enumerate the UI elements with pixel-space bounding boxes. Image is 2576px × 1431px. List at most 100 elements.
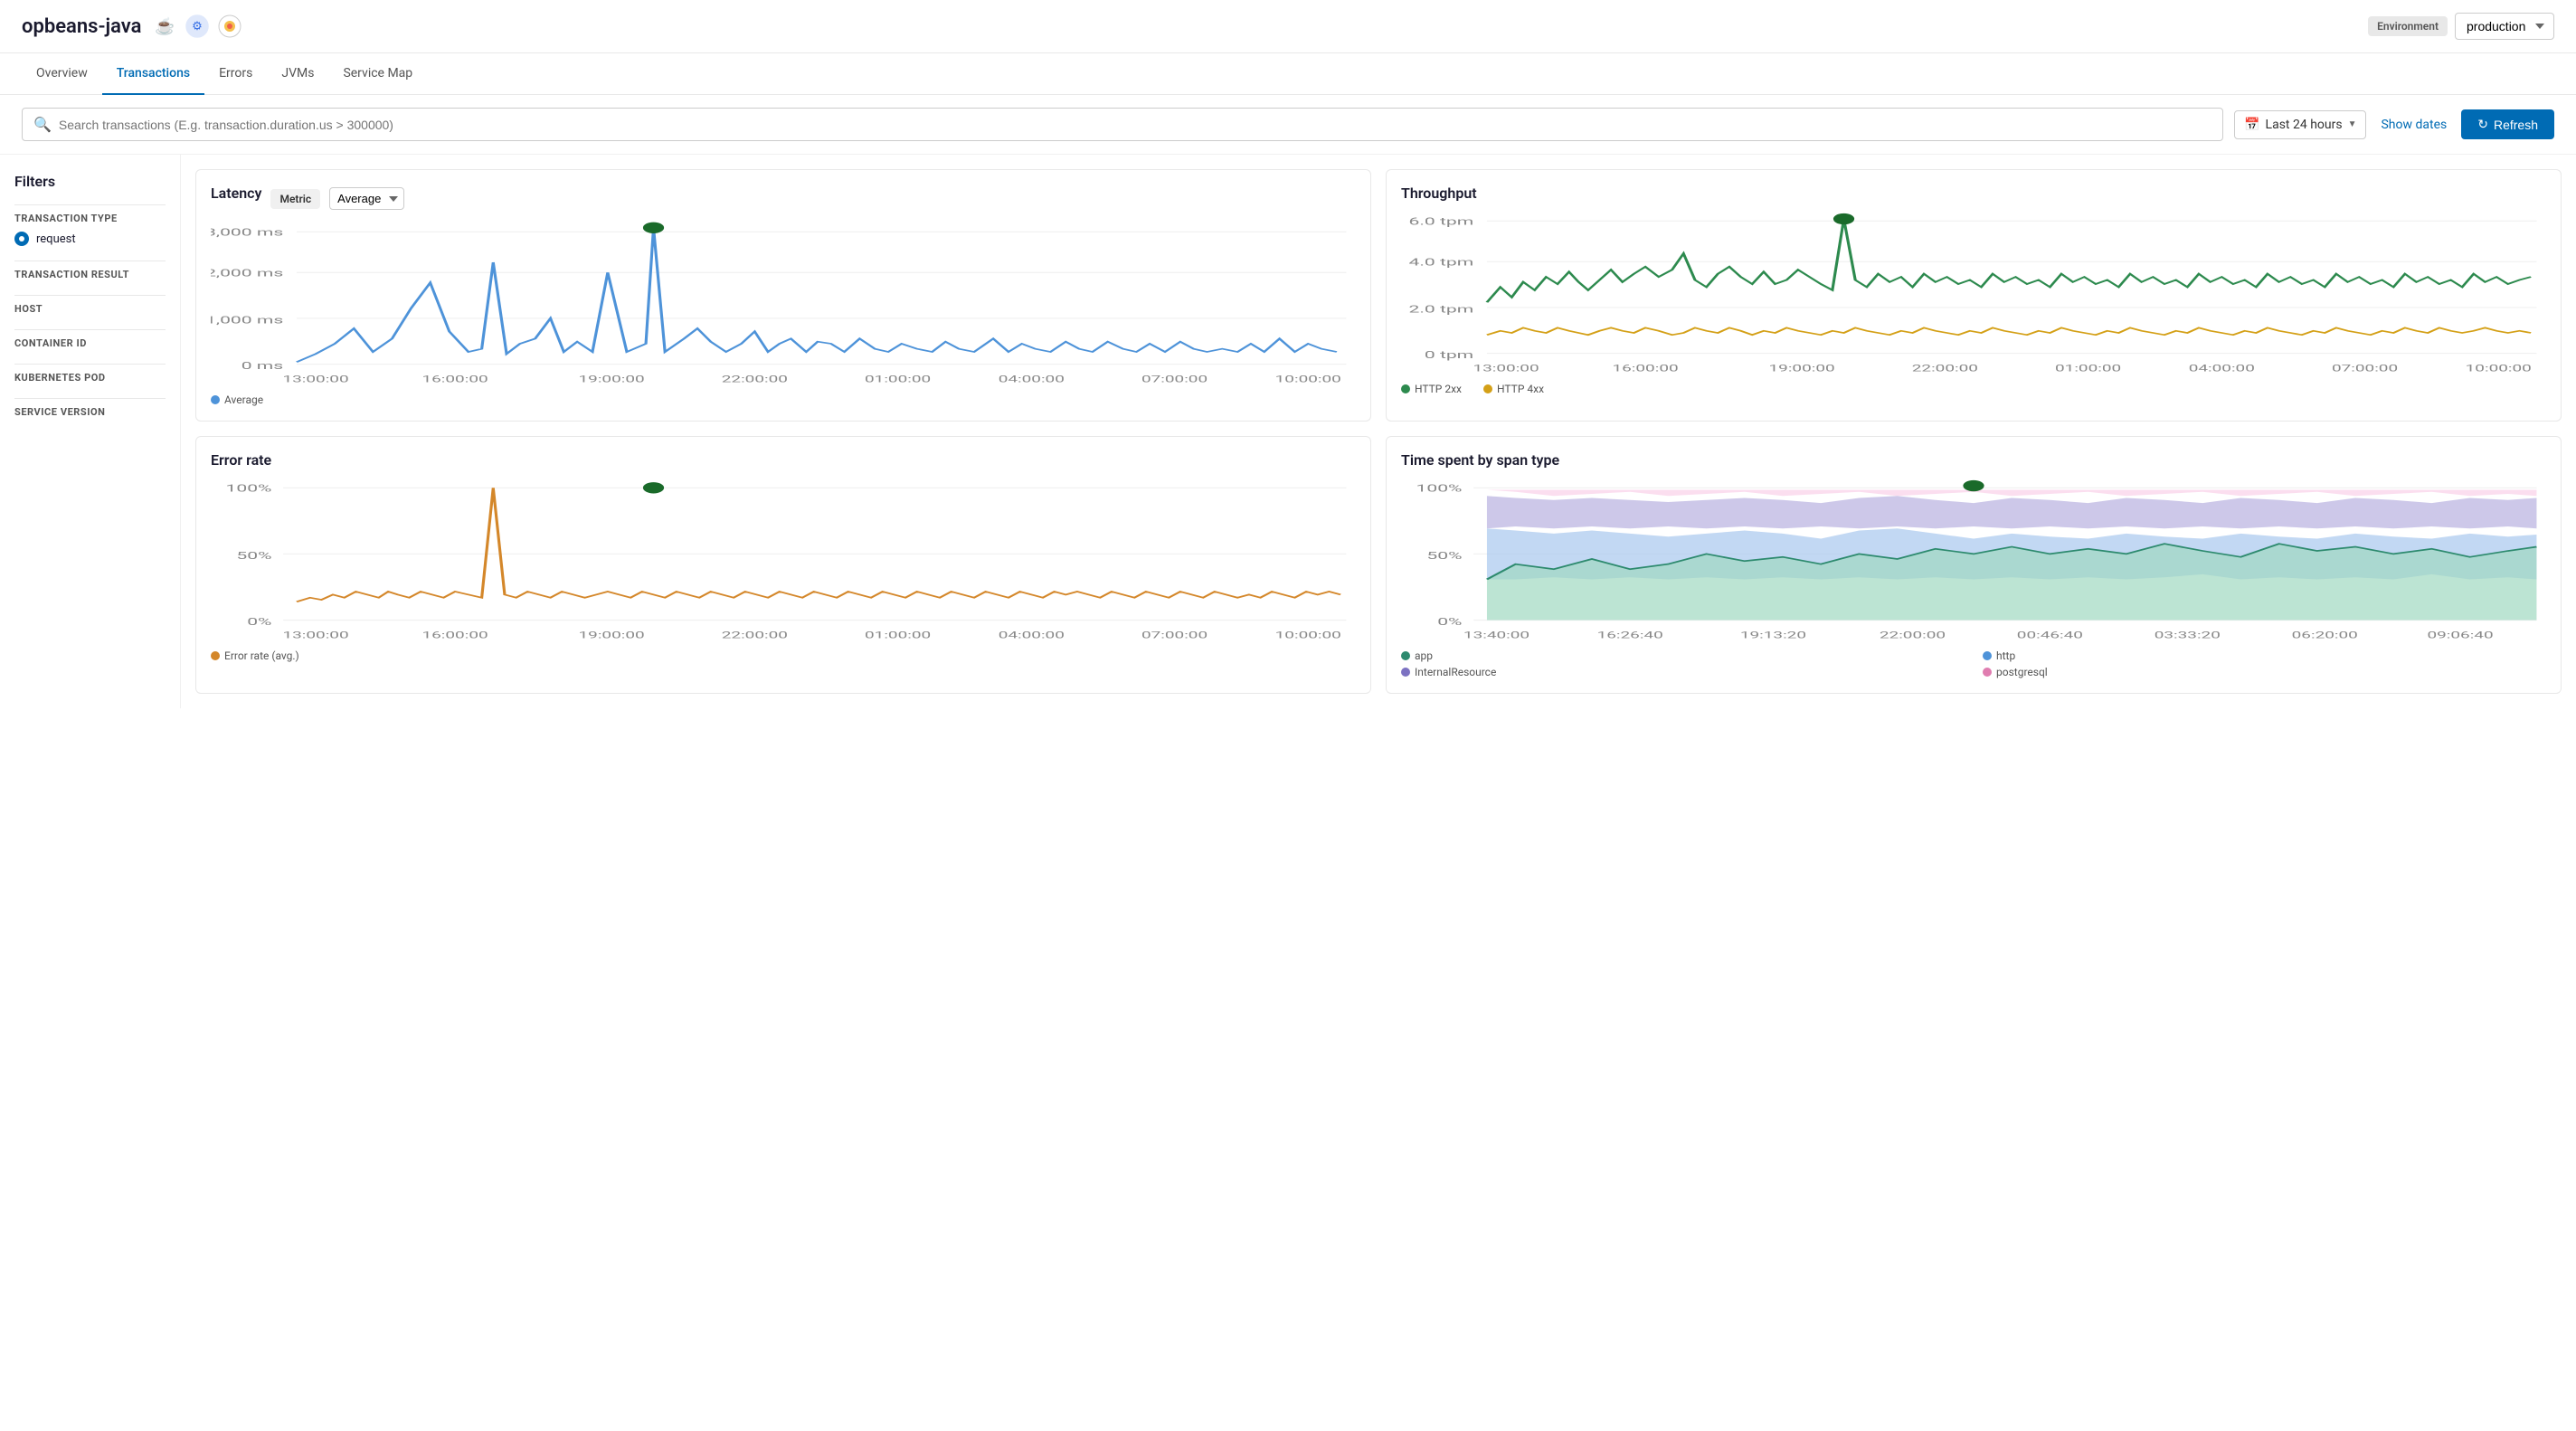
- chevron-down-icon: ▼: [2348, 119, 2357, 129]
- svg-text:13:00:00: 13:00:00: [1473, 363, 1539, 374]
- time-spent-title: Time spent by span type: [1401, 451, 1559, 469]
- latency-chart-area: 3,000 ms 2,000 ms 1,000 ms 0 ms 13:00:0: [211, 222, 1356, 384]
- kubernetes-icon: ⚙: [185, 14, 210, 39]
- time-label: Last 24 hours: [2266, 118, 2343, 132]
- filter-label-transaction-result: TRANSACTION RESULT: [14, 261, 166, 284]
- time-spent-chart-area: 100% 50% 0%: [1401, 478, 2546, 640]
- filter-label-host: HOST: [14, 295, 166, 318]
- legend-average: Average: [211, 393, 263, 406]
- svg-text:04:00:00: 04:00:00: [999, 374, 1065, 384]
- svg-text:100%: 100%: [1416, 483, 1463, 495]
- main-content: Filters TRANSACTION TYPE request TRANSAC…: [0, 155, 2576, 708]
- error-rate-chart-area: 100% 50% 0% 13:00:00 16:00:00 19:00:00: [211, 478, 1356, 640]
- env-section: Environment production: [2368, 13, 2554, 40]
- svg-text:10:00:00: 10:00:00: [1275, 630, 1341, 640]
- nav-service-map[interactable]: Service Map: [328, 53, 427, 95]
- svg-text:50%: 50%: [1426, 550, 1462, 562]
- legend-dot-http: [1983, 651, 1992, 660]
- calendar-icon: 📅: [2244, 118, 2259, 132]
- header: opbeans-java ☕ ⚙ Environment production: [0, 0, 2576, 53]
- time-picker[interactable]: 📅 Last 24 hours ▼: [2234, 110, 2366, 139]
- filter-kubernetes-pod: KUBERNETES POD: [14, 364, 166, 387]
- charts-area: Latency Metric Average 3,000 ms 2,000 ms…: [181, 155, 2576, 708]
- svg-text:22:00:00: 22:00:00: [1880, 630, 1946, 640]
- filter-label-service-version: SERVICE VERSION: [14, 398, 166, 422]
- toolbar: 🔍 📅 Last 24 hours ▼ Show dates ↻ Refresh: [0, 95, 2576, 155]
- svg-text:16:00:00: 16:00:00: [1612, 363, 1678, 374]
- svg-text:1,000 ms: 1,000 ms: [211, 315, 283, 327]
- svg-text:19:13:20: 19:13:20: [1740, 630, 1806, 640]
- throughput-chart-card: Throughput 6.0 tpm 4.0 tpm 2.0 tpm 0 tpm: [1386, 169, 2562, 422]
- svg-text:22:00:00: 22:00:00: [722, 374, 788, 384]
- header-icons: ☕ ⚙: [152, 14, 242, 39]
- svg-text:2,000 ms: 2,000 ms: [211, 268, 283, 280]
- svg-text:00:46:40: 00:46:40: [2017, 630, 2083, 640]
- legend-label-average: Average: [224, 393, 263, 406]
- svg-text:13:00:00: 13:00:00: [282, 374, 348, 384]
- svg-text:6.0 tpm: 6.0 tpm: [1408, 216, 1473, 228]
- metric-select[interactable]: Average: [329, 187, 404, 210]
- legend-label-postgresql: postgresql: [1996, 666, 2048, 678]
- filter-transaction-result: TRANSACTION RESULT: [14, 261, 166, 284]
- java-icon: ☕: [152, 14, 177, 39]
- env-select[interactable]: production: [2455, 13, 2554, 40]
- legend-dot-app: [1401, 651, 1410, 660]
- filter-value-request: request: [36, 232, 76, 246]
- svg-text:22:00:00: 22:00:00: [1912, 363, 1978, 374]
- nav-transactions[interactable]: Transactions: [102, 53, 204, 95]
- svg-text:50%: 50%: [236, 550, 271, 562]
- legend-label-http: http: [1996, 649, 2015, 662]
- nav-jvms[interactable]: JVMs: [267, 53, 328, 95]
- latency-title: Latency: [211, 185, 261, 202]
- legend-label-app: app: [1415, 649, 1433, 662]
- nav-errors[interactable]: Errors: [204, 53, 267, 95]
- throughput-chart-area: 6.0 tpm 4.0 tpm 2.0 tpm 0 tpm: [1401, 211, 2546, 374]
- svg-text:22:00:00: 22:00:00: [722, 630, 788, 640]
- search-box[interactable]: 🔍: [22, 108, 2223, 141]
- svg-text:01:00:00: 01:00:00: [865, 374, 931, 384]
- metric-badge: Metric: [270, 189, 320, 209]
- sidebar: Filters TRANSACTION TYPE request TRANSAC…: [0, 155, 181, 708]
- latency-legend: Average: [211, 393, 1356, 406]
- svg-text:3,000 ms: 3,000 ms: [211, 227, 283, 239]
- svg-text:01:00:00: 01:00:00: [2055, 363, 2121, 374]
- svg-text:10:00:00: 10:00:00: [1275, 374, 1341, 384]
- time-spent-legend: app http InternalResource postgresql: [1401, 649, 2546, 678]
- svg-text:0 ms: 0 ms: [242, 360, 283, 372]
- filter-label-container-id: CONTAINER ID: [14, 329, 166, 353]
- svg-text:2.0 tpm: 2.0 tpm: [1408, 304, 1473, 316]
- refresh-button[interactable]: ↻ Refresh: [2461, 109, 2554, 139]
- legend-error-rate-avg: Error rate (avg.): [211, 649, 299, 662]
- legend-label-error-rate: Error rate (avg.): [224, 649, 299, 662]
- legend-label-http4xx: HTTP 4xx: [1497, 383, 1544, 395]
- legend-label-http2xx: HTTP 2xx: [1415, 383, 1462, 395]
- search-input[interactable]: [59, 118, 2211, 132]
- legend-dot-error-rate: [211, 651, 220, 660]
- time-section: 📅 Last 24 hours ▼ Show dates ↻ Refresh: [2234, 109, 2554, 139]
- svg-text:09:06:40: 09:06:40: [2427, 630, 2493, 640]
- legend-postgresql: postgresql: [1983, 666, 2546, 678]
- error-rate-chart-card: Error rate 100% 50% 0%: [195, 436, 1371, 694]
- svg-text:19:00:00: 19:00:00: [579, 374, 645, 384]
- apm-icon: [217, 14, 242, 39]
- svg-text:07:00:00: 07:00:00: [1141, 630, 1208, 640]
- nav-overview[interactable]: Overview: [22, 53, 102, 95]
- filter-option-request[interactable]: request: [14, 228, 166, 250]
- legend-internal-resource: InternalResource: [1401, 666, 1965, 678]
- svg-text:⚙: ⚙: [193, 20, 204, 33]
- svg-text:16:26:40: 16:26:40: [1597, 630, 1663, 640]
- svg-text:19:00:00: 19:00:00: [579, 630, 645, 640]
- svg-text:0%: 0%: [1437, 616, 1462, 628]
- latency-chart-card: Latency Metric Average 3,000 ms 2,000 ms…: [195, 169, 1371, 422]
- app-title: opbeans-java: [22, 15, 141, 38]
- legend-label-internal-resource: InternalResource: [1415, 666, 1496, 678]
- svg-text:04:00:00: 04:00:00: [2189, 363, 2255, 374]
- legend-dot-http2xx: [1401, 384, 1410, 393]
- env-label: Environment: [2368, 16, 2448, 36]
- refresh-icon: ↻: [2477, 117, 2488, 132]
- legend-dot-internal-resource: [1401, 668, 1410, 677]
- svg-text:07:00:00: 07:00:00: [1141, 374, 1208, 384]
- svg-text:06:20:00: 06:20:00: [2292, 630, 2358, 640]
- show-dates-button[interactable]: Show dates: [2373, 111, 2454, 138]
- legend-dot-average: [211, 395, 220, 404]
